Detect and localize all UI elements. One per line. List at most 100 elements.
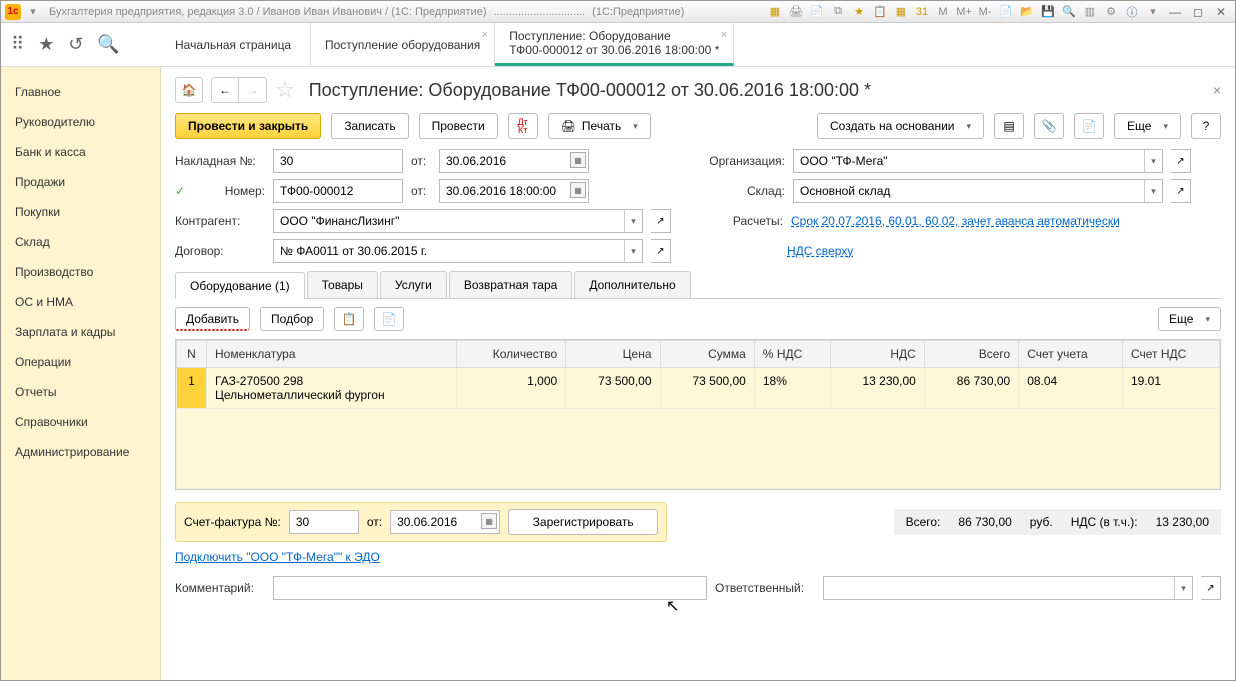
- warehouse-select[interactable]: Основной склад▾: [793, 179, 1163, 203]
- tab-close-icon[interactable]: ×: [721, 29, 727, 41]
- inner-tab-tare[interactable]: Возвратная тара: [449, 271, 573, 298]
- tab-close-icon[interactable]: ×: [482, 29, 488, 41]
- inner-tab-goods[interactable]: Товары: [307, 271, 378, 298]
- calendar-icon[interactable]: ▦: [481, 513, 497, 529]
- post-button[interactable]: Провести: [419, 113, 498, 139]
- sidebar-item[interactable]: ОС и НМА: [1, 287, 160, 317]
- dropdown-icon[interactable]: ▾: [624, 240, 642, 262]
- sidebar-item[interactable]: Продажи: [1, 167, 160, 197]
- col-vat-pct[interactable]: % НДС: [754, 341, 830, 368]
- sidebar-item[interactable]: Зарплата и кадры: [1, 317, 160, 347]
- sidebar-item[interactable]: Отчеты: [1, 377, 160, 407]
- m-plus-icon[interactable]: M+: [955, 4, 973, 20]
- register-invoice-button[interactable]: Зарегистрировать: [508, 509, 658, 535]
- tab-home[interactable]: Начальная страница: [161, 23, 311, 66]
- m-icon[interactable]: M: [934, 4, 952, 20]
- info-icon[interactable]: ⓘ: [1123, 4, 1141, 20]
- sidebar-item[interactable]: Администрирование: [1, 437, 160, 467]
- maximize-button[interactable]: ◻: [1188, 5, 1208, 19]
- calendar-icon[interactable]: ▦: [570, 152, 586, 168]
- attach-button[interactable]: 📎: [1034, 113, 1064, 139]
- number-input[interactable]: [273, 179, 403, 203]
- col-vat[interactable]: НДС: [830, 341, 924, 368]
- settings-icon[interactable]: ⚙: [1102, 4, 1120, 20]
- favorite-star-icon[interactable]: ☆: [275, 77, 295, 103]
- dropdown-icon[interactable]: ▾: [624, 210, 642, 232]
- minimize-button[interactable]: —: [1165, 5, 1185, 19]
- more-button[interactable]: Еще: [1114, 113, 1181, 139]
- close-button[interactable]: ✕: [1211, 5, 1231, 19]
- dt-kt-button[interactable]: ДтКт: [508, 113, 538, 139]
- structure-button[interactable]: ▤: [994, 113, 1024, 139]
- find-icon[interactable]: 🔍: [97, 34, 119, 55]
- calendar-icon[interactable]: ▦: [570, 182, 586, 198]
- open-contract-button[interactable]: ↗: [651, 239, 671, 263]
- sidebar-item[interactable]: Банк и касса: [1, 137, 160, 167]
- counterparty-select[interactable]: ООО "ФинансЛизинг"▾: [273, 209, 643, 233]
- sidebar-item[interactable]: Справочники: [1, 407, 160, 437]
- col-acct[interactable]: Счет учета: [1019, 341, 1123, 368]
- invoice-date-input[interactable]: [439, 149, 589, 173]
- windows-icon[interactable]: ▥: [1081, 4, 1099, 20]
- datetime-input[interactable]: [439, 179, 589, 203]
- write-button[interactable]: Записать: [331, 113, 408, 139]
- col-nomenclature[interactable]: Номенклатура: [207, 341, 457, 368]
- dropdown-icon[interactable]: ▾: [1174, 577, 1192, 599]
- menu-down-icon[interactable]: ▾: [1144, 4, 1162, 20]
- invoice-no-input[interactable]: [289, 510, 359, 534]
- comment-input[interactable]: [273, 576, 707, 600]
- sidebar-item[interactable]: Операции: [1, 347, 160, 377]
- inner-tab-equipment[interactable]: Оборудование (1): [175, 272, 305, 299]
- help-button[interactable]: ?: [1191, 113, 1221, 139]
- org-select[interactable]: ООО "ТФ-Мега"▾: [793, 149, 1163, 173]
- contract-select[interactable]: № ФА0011 от 30.06.2015 г.▾: [273, 239, 643, 263]
- sidebar-item[interactable]: Главное: [1, 77, 160, 107]
- history-icon[interactable]: ↺: [68, 34, 83, 55]
- post-close-button[interactable]: Провести и закрыть: [175, 113, 321, 139]
- apps-icon[interactable]: ⠿: [11, 34, 24, 55]
- notes-button[interactable]: 📄: [1074, 113, 1104, 139]
- col-price[interactable]: Цена: [566, 341, 660, 368]
- open-org-button[interactable]: ↗: [1171, 149, 1191, 173]
- sidebar-item[interactable]: Руководителю: [1, 107, 160, 137]
- print-icon[interactable]: 🖨: [787, 4, 805, 20]
- col-qty[interactable]: Количество: [457, 341, 566, 368]
- paste-button[interactable]: 📄: [374, 307, 404, 331]
- favorite-icon[interactable]: ★: [38, 34, 54, 55]
- col-vat-acct[interactable]: Счет НДС: [1122, 341, 1219, 368]
- doc-icon[interactable]: 📄: [808, 4, 826, 20]
- inner-tab-more[interactable]: Дополнительно: [574, 271, 690, 298]
- sidebar-item[interactable]: Производство: [1, 257, 160, 287]
- table-row[interactable]: 1 ГАЗ-270500 298Цельнометаллический фург…: [177, 368, 1220, 409]
- col-n[interactable]: N: [177, 341, 207, 368]
- clipboard-icon[interactable]: 📋: [871, 4, 889, 20]
- sidebar-item[interactable]: Покупки: [1, 197, 160, 227]
- compare-icon[interactable]: ⧉: [829, 4, 847, 20]
- copy-button[interactable]: 📋: [334, 307, 364, 331]
- pick-button[interactable]: Подбор: [260, 307, 324, 331]
- inner-tab-services[interactable]: Услуги: [380, 271, 447, 298]
- responsible-select[interactable]: ▾: [823, 576, 1193, 600]
- open-responsible-button[interactable]: ↗: [1201, 576, 1221, 600]
- sidebar-item[interactable]: Склад: [1, 227, 160, 257]
- star-icon[interactable]: ★: [850, 4, 868, 20]
- close-page-button[interactable]: ×: [1213, 82, 1221, 98]
- toolbar-icon[interactable]: ▦: [766, 4, 784, 20]
- save-icon[interactable]: 💾: [1039, 4, 1057, 20]
- add-row-button[interactable]: Добавить: [175, 307, 250, 331]
- print-button[interactable]: 🖨Печать: [548, 113, 651, 139]
- dropdown-icon[interactable]: ▾: [24, 4, 42, 20]
- new-icon[interactable]: 📄: [997, 4, 1015, 20]
- calendar-icon[interactable]: 31: [913, 4, 931, 20]
- dropdown-icon[interactable]: ▾: [1144, 180, 1162, 202]
- create-based-button[interactable]: Создать на основании: [817, 113, 984, 139]
- search-icon[interactable]: 🔍: [1060, 4, 1078, 20]
- col-total[interactable]: Всего: [924, 341, 1018, 368]
- grid-more-button[interactable]: Еще: [1158, 307, 1221, 331]
- col-sum[interactable]: Сумма: [660, 341, 754, 368]
- dropdown-icon[interactable]: ▾: [1144, 150, 1162, 172]
- back-button[interactable]: ←: [211, 77, 239, 103]
- tab-current[interactable]: Поступление: Оборудование ТФ00-000012 от…: [495, 23, 734, 66]
- tab-receipts[interactable]: Поступление оборудования ×: [311, 23, 495, 66]
- open-counterparty-button[interactable]: ↗: [651, 209, 671, 233]
